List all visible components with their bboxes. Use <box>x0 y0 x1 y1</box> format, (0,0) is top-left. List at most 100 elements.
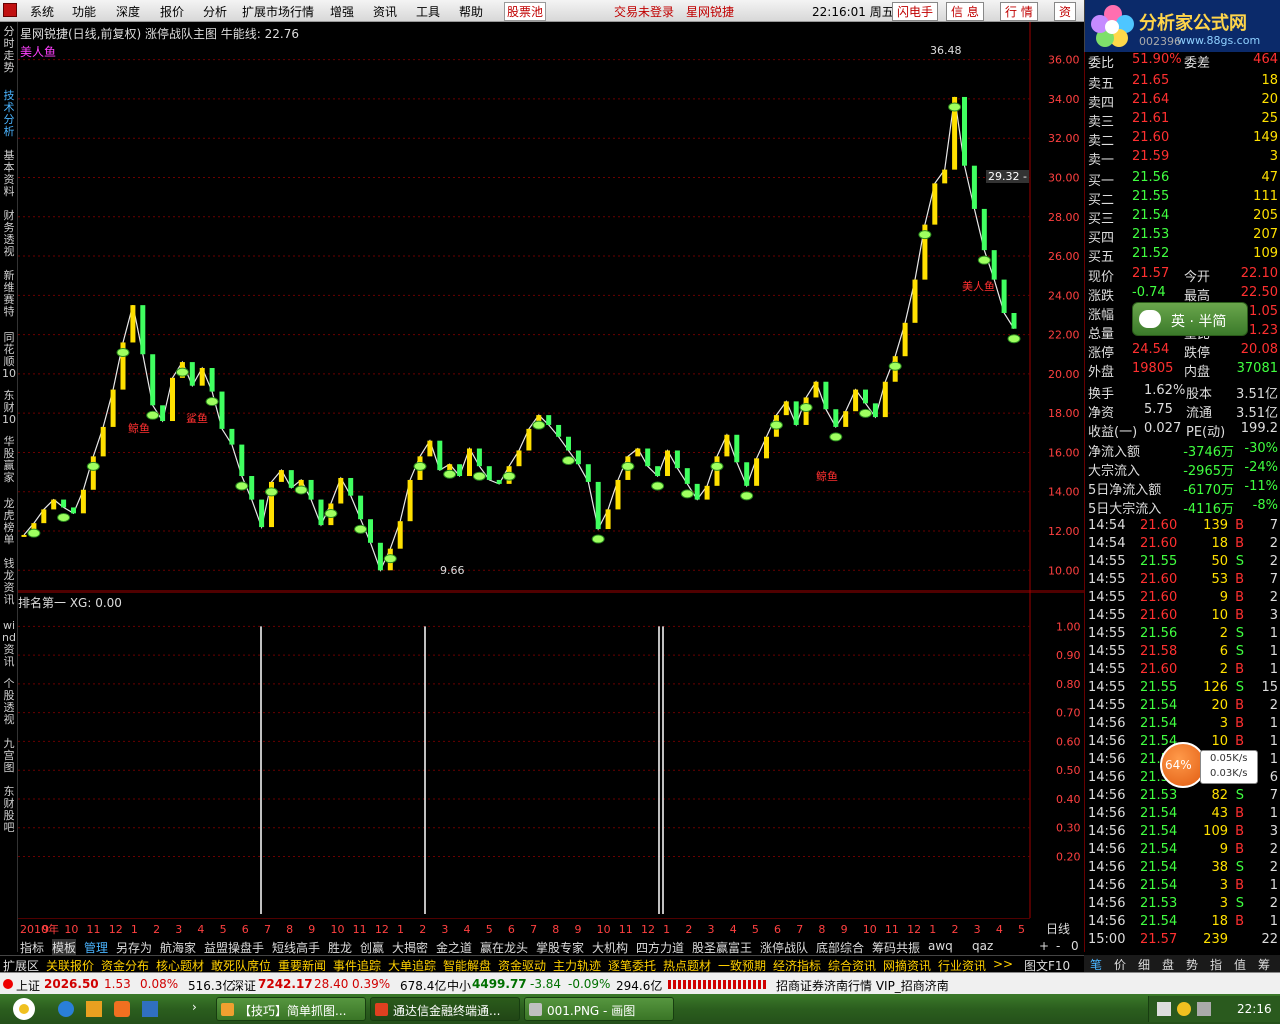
tick-side: B <box>1235 824 1244 839</box>
menu-item-stock-pool[interactable]: 股票池 <box>504 2 547 21</box>
indicator-tab[interactable]: 大机构 <box>592 939 628 955</box>
sidebar-item-gegu[interactable]: 个股透视 <box>2 678 16 730</box>
zoom-out-button[interactable]: - <box>1056 939 1060 955</box>
indicator-tab[interactable]: awq <box>928 939 953 955</box>
main-chart[interactable]: 36.00 34.00 32.00 30.00 28.00 26.00 24.00 22.00… <box>18 22 1084 592</box>
menu-item-system[interactable]: 系统 <box>30 3 54 20</box>
tick-count: 1 <box>1269 914 1278 929</box>
sidebar-item-timeshare[interactable]: 分时走势 <box>2 26 16 78</box>
bid-row: 买三 21.54 205 <box>1088 208 1280 227</box>
stat2-label-2: PE(动) <box>1186 425 1226 440</box>
zoom-reset-button[interactable]: 0 <box>1071 939 1079 955</box>
flow-row: 5日大宗流入 -4116万 -8% <box>1088 498 1280 517</box>
task-paint-window[interactable]: 001.PNG - 画图 <box>524 997 674 1021</box>
indicator-tab[interactable]: 大揭密 <box>392 939 428 955</box>
right-tab[interactable]: 筹 <box>1258 956 1270 973</box>
start-button[interactable] <box>4 996 44 1022</box>
indicator-tab[interactable]: 金之道 <box>436 939 472 955</box>
sub-chart[interactable]: 1.00 0.90 0.80 0.70 0.60 0.50 0.40 0.30 0.20 <box>18 592 1084 918</box>
right-tab[interactable]: 势 <box>1186 956 1198 973</box>
menu-item-function[interactable]: 功能 <box>72 3 96 20</box>
indicator-tab[interactable]: qaz <box>972 939 993 955</box>
right-tab[interactable]: 盘 <box>1162 956 1174 973</box>
tick-time: 14:55 <box>1088 644 1126 659</box>
indicator-tab[interactable]: 另存为 <box>116 939 152 955</box>
indicator-tab[interactable]: 涨停战队 <box>760 939 808 955</box>
sidebar-item-guba[interactable]: 东财股吧 <box>2 786 16 838</box>
indicator-tab[interactable]: 筹码共振 <box>872 939 920 955</box>
sidebar-item-ths[interactable]: 同花顺10 <box>2 332 16 380</box>
login-status[interactable]: 交易未登录 <box>614 3 674 20</box>
menu-item-quote[interactable]: 报价 <box>160 3 184 20</box>
indicator-tab[interactable]: 底部综合 <box>816 939 864 955</box>
quicklaunch-ie-icon[interactable] <box>58 1001 74 1017</box>
menu-item-tools[interactable]: 工具 <box>416 3 440 20</box>
quicklaunch-windows-icon[interactable] <box>142 1001 158 1017</box>
indicator-tab[interactable]: 四方力道 <box>636 939 684 955</box>
stat-value: 21.57 <box>1132 266 1170 281</box>
start-flower-icon <box>13 998 35 1020</box>
tick-side: B <box>1235 698 1244 713</box>
indicator-tab[interactable]: 创赢 <box>360 939 384 955</box>
network-widget[interactable]: 64% 0.05K/s 0.03K/s <box>1160 742 1258 790</box>
candle <box>556 424 562 437</box>
server-info[interactable]: 招商证券济南行情 VIP_招商济南 <box>776 977 949 994</box>
menu-item-enhance[interactable]: 增强 <box>330 3 354 20</box>
menu-item-help[interactable]: 帮助 <box>459 3 483 20</box>
quicklaunch-media-icon[interactable] <box>114 1001 130 1017</box>
indicator-tab[interactable]: 胜龙 <box>328 939 352 955</box>
right-tab[interactable]: 指 <box>1210 956 1222 973</box>
tray-network-icon[interactable] <box>1157 1002 1171 1016</box>
tick-count: 2 <box>1269 842 1278 857</box>
sidebar-item-finance[interactable]: 财务透视 <box>2 210 16 262</box>
menu-item-depth[interactable]: 深度 <box>116 3 140 20</box>
sidebar-item-huagu[interactable]: 华股赢家 <box>2 436 16 488</box>
sidebar-item-qianlong[interactable]: 钱龙资讯 <box>2 558 16 610</box>
right-tab[interactable]: 细 <box>1138 956 1150 973</box>
indicator-tab[interactable]: 掌股专家 <box>536 939 584 955</box>
right-tab[interactable]: 价 <box>1114 956 1126 973</box>
tick-time: 14:54 <box>1088 518 1126 533</box>
sidebar-item-xinwei[interactable]: 新维赛特 <box>2 270 16 322</box>
right-tab[interactable]: 笔 <box>1090 956 1102 973</box>
tray-security-icon[interactable] <box>1177 1002 1191 1016</box>
right-tab[interactable]: 值 <box>1234 956 1246 973</box>
tick-row: 14:55 21.55 50 S 2 <box>1088 554 1280 573</box>
info-button[interactable]: 信 息 <box>946 2 984 21</box>
quicklaunch-desktop-icon[interactable] <box>86 1001 102 1017</box>
sidebar-item-basic[interactable]: 基本资料 <box>2 150 16 202</box>
menu-item-news[interactable]: 资讯 <box>373 3 397 20</box>
sidebar-item-wind[interactable]: wind资讯 <box>2 620 16 672</box>
indicator-tab[interactable]: 赢在龙头 <box>480 939 528 955</box>
indicator-tab[interactable]: 模板 <box>52 939 77 955</box>
period-label[interactable]: 日线 <box>1046 920 1070 937</box>
sidebar-item-technical[interactable]: 技术分析 <box>2 90 16 142</box>
tray-volume-icon[interactable] <box>1197 1002 1211 1016</box>
sidebar-item-longhu[interactable]: 龙虎榜单 <box>2 498 16 550</box>
task-tdx-window[interactable]: 通达信金融终端通... <box>370 997 520 1021</box>
sidebar-item-dongcai[interactable]: 东财10 <box>2 390 16 430</box>
task-tips-window[interactable]: 【技巧】简单抓图... <box>216 997 366 1021</box>
indicator-tab[interactable]: 股圣赢富王 <box>692 939 752 955</box>
zoom-in-button[interactable]: + <box>1039 939 1049 955</box>
news-button[interactable]: 资 <box>1054 2 1077 21</box>
indicator-tab[interactable]: 指标 <box>20 939 44 955</box>
x-tick-label: 5 <box>486 923 493 936</box>
indicator-tab[interactable]: 益盟操盘手 <box>204 939 264 955</box>
candle <box>130 305 136 343</box>
sidebar-item-jiugong[interactable]: 九宫图 <box>2 738 16 778</box>
indicator-tab[interactable]: 管理 <box>84 939 108 955</box>
ime-widget[interactable]: 英 · 半简 <box>1132 302 1248 336</box>
flash-trade-button[interactable]: 闪电手 <box>892 2 939 21</box>
tray-clock[interactable]: 22:16 <box>1237 1002 1272 1016</box>
indicator-tab[interactable]: 航海家 <box>160 939 196 955</box>
quicklaunch-more-icon[interactable]: › <box>192 1000 197 1014</box>
x-tick-label: 9 <box>841 923 848 936</box>
tick-row: 14:56 21.54 3 B 1 <box>1088 716 1280 735</box>
menu-item-extended-market[interactable]: 扩展市场行情 <box>242 3 314 20</box>
menu-item-analysis[interactable]: 分析 <box>203 3 227 20</box>
link-tab[interactable]: >> <box>993 957 1013 971</box>
quote-button[interactable]: 行 情 <box>1000 2 1038 21</box>
chart-area[interactable]: 36.00 34.00 32.00 30.00 28.00 26.00 24.00 22.00… <box>18 22 1084 940</box>
indicator-tab[interactable]: 短线高手 <box>272 939 320 955</box>
